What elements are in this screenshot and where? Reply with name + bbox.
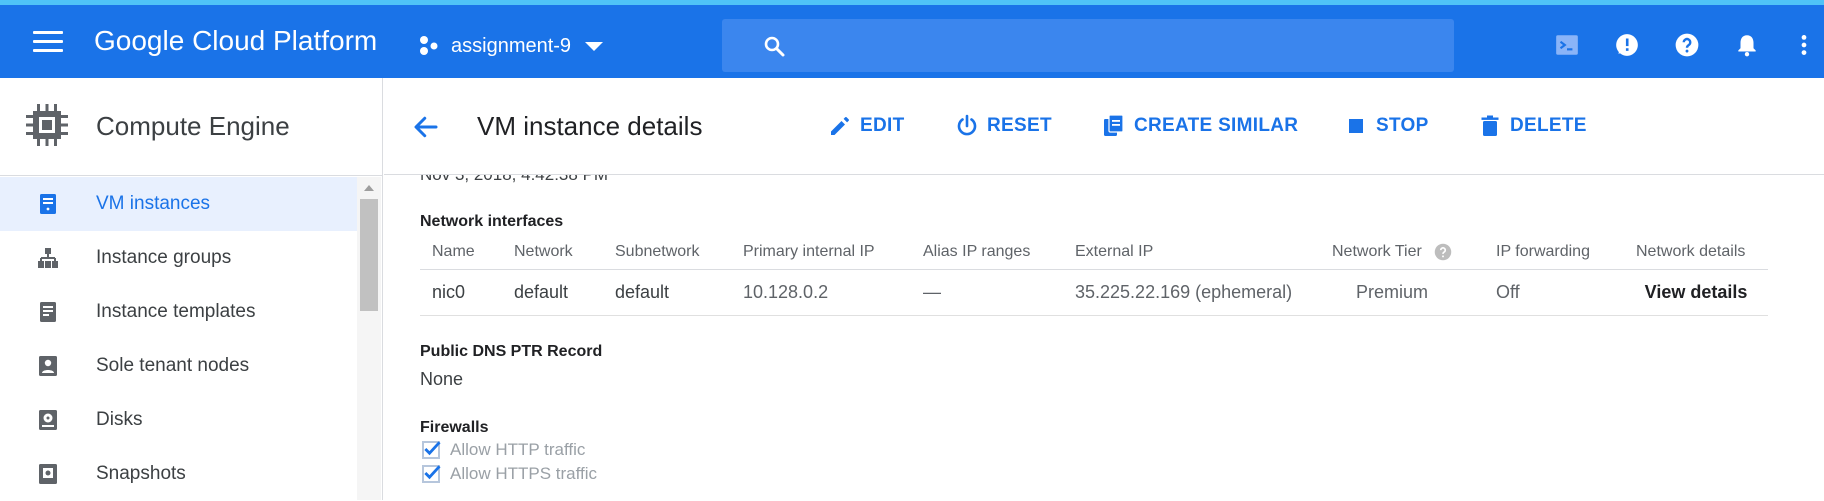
vm-instances-icon: [40, 194, 56, 214]
edit-button[interactable]: EDIT: [828, 114, 904, 138]
create-similar-icon: [1104, 114, 1124, 136]
page-title: VM instance details: [477, 111, 703, 141]
sole-tenant-icon: [39, 356, 57, 376]
check-icon: [424, 441, 441, 456]
ip-forwarding-value: Off: [1484, 269, 1624, 316]
details-content: Nov 3, 2018, 4:42:38 PM Network interfac…: [420, 175, 1800, 500]
dns-ptr-label: Public DNS PTR Record: [420, 343, 603, 360]
project-icon: [420, 36, 438, 55]
column-header: Network Tier: [1332, 242, 1422, 260]
https-checkbox: [422, 465, 441, 483]
dns-ptr-value: None: [420, 369, 464, 389]
sidebar-scrollbar[interactable]: [357, 177, 381, 500]
sidebar-item-label: Disks: [96, 409, 143, 430]
help-icon[interactable]: [1674, 32, 1700, 58]
http-checkbox: [422, 441, 441, 459]
help-circle-icon[interactable]: [1434, 243, 1452, 261]
top-app-bar: Google Cloud Platform assignment-9: [0, 0, 1824, 78]
table-row: nic0 default default 10.128.0.2 — 35.225…: [420, 269, 1768, 316]
sidebar: Compute Engine VM instances Instance gro…: [0, 78, 383, 500]
trash-icon: [1481, 115, 1499, 136]
firewalls-label: Firewalls: [420, 419, 489, 436]
sidebar-item-instance-groups[interactable]: Instance groups: [0, 231, 357, 285]
sidebar-item-disks[interactable]: Disks: [0, 393, 357, 447]
column-header: IP forwarding: [1484, 235, 1624, 270]
column-header: Name: [420, 235, 502, 270]
column-header: Network details: [1624, 235, 1768, 270]
sidebar-item-label: Snapshots: [96, 463, 186, 484]
subnetwork-value: default: [603, 269, 731, 316]
compute-engine-icon: [26, 104, 68, 146]
network-interfaces-label: Network interfaces: [420, 213, 564, 230]
instance-groups-icon: [38, 248, 58, 268]
stop-button[interactable]: STOP: [1344, 114, 1429, 138]
check-icon: [424, 465, 441, 480]
snapshots-icon: [39, 464, 57, 484]
create-similar-label: CREATE SIMILAR: [1134, 115, 1299, 136]
column-header: Network: [502, 235, 603, 270]
notifications-icon[interactable]: [1734, 32, 1760, 58]
sidebar-item-instance-templates[interactable]: Instance templates: [0, 285, 357, 339]
sidebar-item-label: Sole tenant nodes: [96, 355, 250, 376]
chevron-down-icon: [585, 41, 604, 51]
network-tier-header: Network Tier: [1320, 235, 1484, 270]
network-tier-value: Premium: [1320, 269, 1484, 316]
column-header: Subnetwork: [603, 235, 731, 270]
edit-icon: [831, 117, 849, 135]
menu-icon[interactable]: [33, 31, 63, 53]
scroll-up-arrow-icon[interactable]: [364, 185, 374, 191]
stop-icon: [1349, 119, 1363, 133]
create-similar-button[interactable]: CREATE SIMILAR: [1102, 114, 1298, 138]
project-selector[interactable]: assignment-9: [417, 31, 604, 61]
external-ip-value: 35.225.22.169 (ephemeral): [1063, 269, 1320, 316]
power-reset-icon: [957, 114, 977, 136]
primary-ip-value: 10.128.0.2: [731, 269, 911, 316]
sidebar-header: Compute Engine: [0, 78, 382, 176]
sidebar-item-sole-tenant-nodes[interactable]: Sole tenant nodes: [0, 339, 357, 393]
sidebar-item-label: Instance groups: [96, 247, 232, 268]
delete-label: DELETE: [1510, 115, 1587, 136]
project-name: assignment-9: [451, 34, 572, 57]
sidebar-item-label: Instance templates: [96, 301, 256, 322]
column-header: External IP: [1063, 235, 1320, 270]
search-icon: [764, 36, 785, 57]
sidebar-item-snapshots[interactable]: Snapshots: [0, 447, 357, 501]
table-header-row: Name Network Subnetwork Primary internal…: [420, 235, 1768, 270]
page-header: VM instance details EDIT RESET CREATE SI…: [384, 78, 1824, 175]
alias-ip-value: —: [911, 269, 1063, 316]
delete-button[interactable]: DELETE: [1478, 114, 1587, 138]
network-interfaces-table: Name Network Subnetwork Primary internal…: [420, 235, 1768, 316]
network-value: default: [502, 269, 603, 316]
reset-label: RESET: [987, 115, 1052, 136]
column-header: Alias IP ranges: [911, 235, 1063, 270]
scrollbar-thumb[interactable]: [360, 199, 378, 311]
cloud-shell-icon[interactable]: [1554, 32, 1580, 58]
product-title: Compute Engine: [96, 111, 290, 141]
search-input[interactable]: [802, 19, 1442, 72]
more-vert-icon[interactable]: [1794, 32, 1814, 58]
sidebar-item-vm-instances[interactable]: VM instances: [0, 177, 357, 231]
search-bar[interactable]: [722, 19, 1454, 72]
https-label: Allow HTTPS traffic: [450, 464, 598, 483]
disks-icon: [39, 410, 57, 430]
reset-button[interactable]: RESET: [955, 114, 1052, 138]
product-brand[interactable]: Google Cloud Platform: [94, 25, 377, 57]
http-label: Allow HTTP traffic: [450, 440, 586, 459]
interface-name: nic0: [420, 269, 502, 316]
view-details-link[interactable]: View details: [1624, 269, 1768, 316]
feedback-icon[interactable]: [1614, 32, 1640, 58]
stop-label: STOP: [1376, 115, 1429, 136]
instance-templates-icon: [40, 302, 56, 322]
sidebar-item-label: VM instances: [96, 193, 211, 214]
creation-time-value: Nov 3, 2018, 4:42:38 PM: [420, 175, 608, 185]
sidebar-nav: VM instances Instance groups Instance te…: [0, 177, 357, 501]
firewall-option-https: Allow HTTPS traffic: [422, 464, 597, 484]
edit-label: EDIT: [860, 115, 905, 136]
firewall-option-http: Allow HTTP traffic: [422, 440, 585, 460]
back-arrow-icon[interactable]: [411, 112, 441, 142]
column-header: Primary internal IP: [731, 235, 911, 270]
